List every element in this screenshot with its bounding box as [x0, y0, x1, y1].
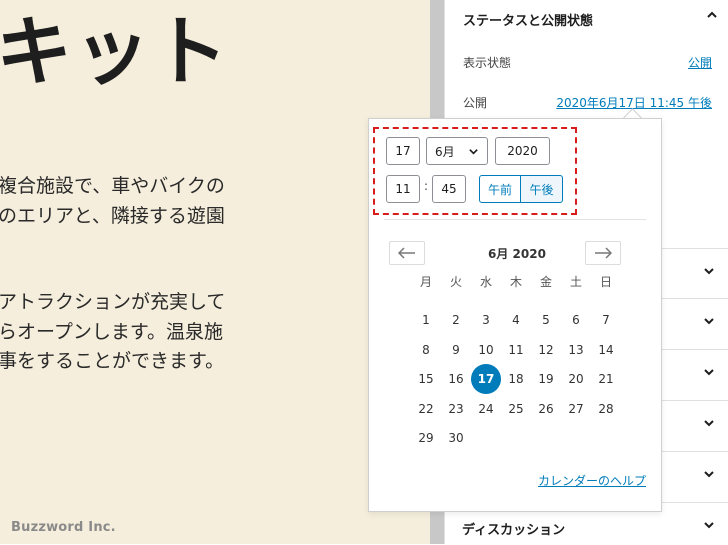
calendar-day[interactable]: 12 [531, 335, 561, 365]
calendar-day[interactable]: 26 [531, 394, 561, 424]
paragraph-line: らオープンします。温泉施 [0, 320, 223, 343]
calendar-day[interactable]: 28 [591, 394, 621, 424]
footer-brand: Buzzword Inc. [11, 520, 116, 535]
hours-input[interactable]: 11 [386, 175, 420, 203]
discussion-panel-title: ディスカッション [462, 523, 566, 538]
calendar-day[interactable]: 16 [441, 364, 471, 394]
chevron-down-icon [703, 417, 715, 433]
paragraph-line: 事をすることができます。 [0, 350, 225, 372]
calendar-day[interactable]: 30 [441, 423, 471, 453]
status-panel-toggle[interactable]: ステータスと公開状態 [463, 10, 718, 30]
calendar-day[interactable]: 29 [411, 423, 441, 453]
next-month-button[interactable] [585, 241, 621, 265]
calendar-day[interactable]: 2 [441, 305, 471, 335]
calendar-day[interactable]: 10 [471, 335, 501, 365]
calendar-day[interactable]: 7 [591, 305, 621, 335]
calendar-day[interactable]: 24 [471, 394, 501, 424]
divider [384, 219, 646, 220]
paragraph-line: アトラクションが充実して [0, 291, 226, 313]
publish-date-toggle[interactable]: 2020年6月17日 11:45 午後 [556, 94, 712, 111]
weekday-label: 日 [599, 275, 612, 289]
weekday-label: 土 [569, 275, 582, 289]
calendar-day[interactable]: 23 [441, 394, 471, 424]
time-colon: : [424, 179, 429, 193]
chevron-down-icon [703, 265, 715, 281]
calendar-day[interactable]: 27 [561, 394, 591, 424]
calendar-day[interactable]: 8 [411, 335, 441, 365]
calendar-day[interactable]: 13 [561, 335, 591, 365]
calendar-day[interactable]: 25 [501, 394, 531, 424]
paragraph-block-2[interactable]: アトラクションが充実して らオープンします。温泉施 事をすることができます。 [0, 288, 225, 377]
weekday-label: 金 [539, 275, 552, 289]
weekday-label: 水 [479, 275, 492, 289]
chevron-down-icon [468, 146, 479, 160]
paragraph-line: 複合施設で、車やバイクの [0, 175, 225, 197]
calendar-day[interactable]: 22 [411, 394, 441, 424]
paragraph-block-1[interactable]: 複合施設で、車やバイクの のエリアと、隣接する遊園 [0, 172, 225, 231]
pm-button[interactable]: 午後 [521, 175, 563, 203]
calendar-day[interactable]: 4 [501, 305, 531, 335]
calendar-day[interactable]: 6 [561, 305, 591, 335]
month-select[interactable]: 6月 [426, 137, 488, 165]
status-panel-title: ステータスと公開状態 [463, 14, 594, 29]
visibility-toggle[interactable]: 公開 [688, 54, 712, 71]
prev-month-button[interactable] [389, 241, 425, 265]
chevron-down-icon [703, 366, 715, 382]
calendar-day[interactable]: 11 [501, 335, 531, 365]
visibility-label: 表示状態 [463, 56, 512, 70]
paragraph-line: のエリアと、隣接する遊園 [0, 204, 225, 227]
arrow-left-icon [397, 244, 416, 263]
post-title[interactable]: キット [0, 6, 230, 97]
datetime-picker-popover: 17 6月 2020 11 : 45 午前 午後 6月 2020 月火水木金土日… [368, 118, 662, 512]
calendar-day[interactable]: 15 [411, 364, 441, 394]
chevron-down-icon [703, 315, 715, 331]
calendar-day[interactable]: 9 [441, 335, 471, 365]
calendar-day[interactable]: 20 [561, 364, 591, 394]
arrow-right-icon [594, 244, 613, 263]
calendar-day[interactable]: 5 [531, 305, 561, 335]
year-input[interactable]: 2020 [495, 137, 550, 165]
weekday-label: 木 [509, 275, 522, 289]
editor-canvas[interactable]: キット 複合施設で、車やバイクの のエリアと、隣接する遊園 アトラクションが充実… [0, 0, 430, 544]
calendar-day[interactable]: 18 [501, 364, 531, 394]
day-input[interactable]: 17 [386, 137, 420, 165]
weekday-label: 火 [449, 275, 462, 289]
chevron-down-icon [703, 519, 715, 535]
publish-label: 公開 [463, 96, 488, 110]
weekday-label: 月 [419, 275, 432, 289]
calendar-day[interactable]: 3 [471, 305, 501, 335]
calendar-day[interactable]: 1 [411, 305, 441, 335]
chevron-up-icon [706, 9, 718, 25]
calendar-help-link[interactable]: カレンダーのヘルプ [538, 472, 646, 489]
calendar-day-selected[interactable]: 17 [471, 364, 501, 394]
calendar-day[interactable]: 14 [591, 335, 621, 365]
chevron-down-icon [703, 468, 715, 484]
calendar-day[interactable]: 21 [591, 364, 621, 394]
month-select-value: 6月 [435, 144, 455, 159]
calendar-month-label: 6月 2020 [488, 247, 546, 261]
am-button[interactable]: 午前 [479, 175, 521, 203]
calendar-day[interactable]: 19 [531, 364, 561, 394]
minutes-input[interactable]: 45 [432, 175, 466, 203]
